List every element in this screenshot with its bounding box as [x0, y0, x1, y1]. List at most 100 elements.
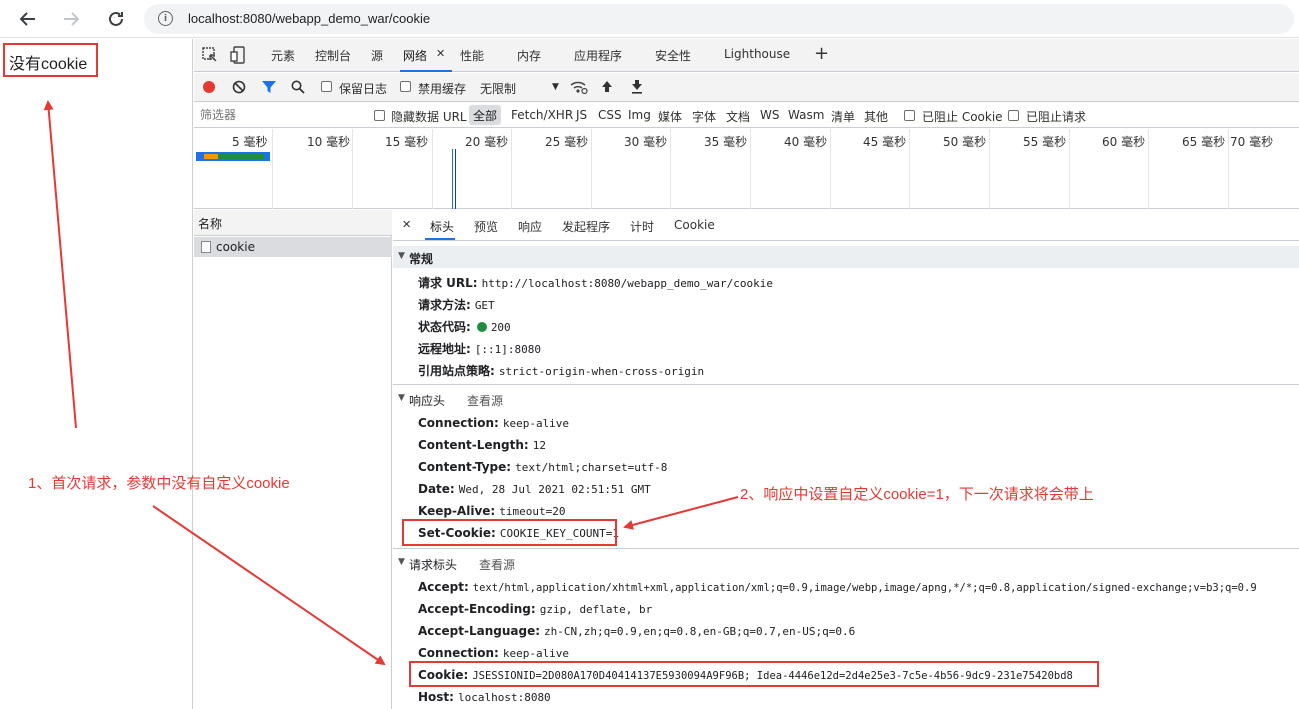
filter-type-all[interactable]: 全部 [469, 105, 502, 125]
header-row-status-code: 状态代码: 200 [418, 320, 511, 334]
timeline-tick-label: 60 毫秒 [1102, 135, 1146, 149]
annotation-note-2: 2、响应中设置自定义cookie=1，下一次请求将会带上 [740, 486, 1094, 503]
filter-type-js[interactable]: JS [576, 108, 587, 122]
tab-initiator[interactable]: 发起程序 [562, 218, 610, 235]
request-list: 名称 cookie [194, 210, 392, 709]
tab-sources[interactable]: 源 [371, 47, 383, 64]
timeline-gridline [432, 129, 433, 209]
network-conditions-icon[interactable] [570, 79, 588, 95]
blocked-request-checkbox[interactable] [1008, 110, 1019, 121]
filter-type-doc[interactable]: 文档 [726, 108, 750, 125]
preserve-log-checkbox[interactable] [321, 81, 332, 92]
tab-performance[interactable]: 性能 [460, 47, 484, 64]
timeline-tick-label: 5 毫秒 [232, 135, 268, 149]
export-har-icon[interactable] [631, 80, 643, 94]
tab-elements[interactable]: 元素 [271, 47, 295, 64]
back-button[interactable] [13, 4, 43, 34]
address-bar[interactable]: i localhost:8080/webapp_demo_war/cookie [144, 4, 1294, 34]
request-row[interactable]: cookie [194, 237, 392, 257]
filter-type-manifest[interactable]: 清单 [831, 108, 855, 125]
disable-cache-label: 禁用缓存 [418, 82, 467, 96]
timeline-gridline [750, 129, 751, 209]
filter-type-other[interactable]: 其他 [864, 108, 888, 125]
tab-console[interactable]: 控制台 [315, 47, 351, 64]
response-headers-section-header[interactable]: ▼ 响应头 查看源 [393, 388, 1299, 410]
close-details-icon[interactable]: ✕ [402, 218, 411, 231]
timeline-request-bar [196, 152, 270, 161]
header-row-request-method: 请求方法: GET [418, 298, 495, 312]
add-tab-icon[interactable]: + [814, 43, 829, 64]
blocked-cookie-label: 已阻止 Cookie [922, 110, 1003, 124]
request-name: cookie [216, 240, 255, 254]
chevron-down-icon[interactable]: ▼ [552, 82, 559, 92]
filter-type-font[interactable]: 字体 [692, 108, 716, 125]
network-toolbar: 保留日志 禁用缓存 无限制 ▼ [194, 73, 1299, 102]
timeline-gridline [1228, 129, 1229, 209]
tab-response[interactable]: 响应 [518, 218, 542, 235]
search-icon[interactable] [291, 80, 305, 94]
request-list-header[interactable]: 名称 [194, 210, 392, 236]
header-row-keep-alive: Keep-Alive: timeout=20 [418, 504, 566, 518]
page-viewport: 没有cookie [0, 39, 193, 709]
header-row-content-type: Content-Type: text/html;charset=utf-8 [418, 460, 668, 474]
timeline-tick-label: 20 毫秒 [465, 135, 509, 149]
timeline-tick-label: 35 毫秒 [704, 135, 748, 149]
tab-preview[interactable]: 预览 [474, 218, 498, 235]
timeline-tick-label: 30 毫秒 [624, 135, 668, 149]
page-content-text: 没有cookie [3, 43, 98, 77]
header-row-content-length: Content-Length: 12 [418, 438, 546, 452]
timeline-gridline [272, 129, 273, 209]
timeline-tick-label: 50 毫秒 [943, 135, 987, 149]
timeline-tick-label: 55 毫秒 [1023, 135, 1067, 149]
info-icon[interactable]: i [158, 11, 173, 26]
hide-data-url-checkbox[interactable] [374, 110, 385, 121]
filter-input[interactable] [194, 104, 360, 126]
filter-type-ws[interactable]: WS [760, 108, 779, 122]
blocked-cookie-checkbox[interactable] [904, 110, 915, 121]
tab-headers[interactable]: 标头 [430, 218, 454, 235]
browser-toolbar: i localhost:8080/webapp_demo_war/cookie [0, 0, 1299, 38]
timeline-tick-label: 40 毫秒 [784, 135, 828, 149]
reload-button[interactable] [101, 4, 131, 34]
hide-data-url-label: 隐藏数据 URL [391, 110, 467, 124]
device-toolbar-icon[interactable] [230, 46, 246, 64]
tab-application[interactable]: 应用程序 [574, 47, 622, 64]
import-har-icon[interactable] [601, 80, 613, 94]
tab-lighthouse[interactable]: Lighthouse [724, 47, 790, 61]
record-icon[interactable] [202, 80, 216, 94]
tab-cookies[interactable]: Cookie [674, 218, 715, 232]
general-section-header[interactable]: ▼ 常规 [393, 246, 1299, 268]
close-tab-icon[interactable]: ✕ [436, 47, 445, 60]
forward-button[interactable] [56, 4, 86, 34]
timeline-tick-label: 45 毫秒 [863, 135, 907, 149]
timeline-gridline [1069, 129, 1070, 209]
filter-type-wasm[interactable]: Wasm [788, 108, 824, 122]
view-source-link[interactable]: 查看源 [467, 394, 503, 408]
header-row-accept: Accept: text/html,application/xhtml+xml,a… [418, 580, 1257, 594]
filter-type-img[interactable]: Img [628, 108, 651, 122]
disable-cache-checkbox[interactable] [400, 81, 411, 92]
inspect-element-icon[interactable] [202, 47, 218, 63]
view-source-link[interactable]: 查看源 [479, 558, 515, 572]
clear-icon[interactable] [232, 80, 246, 94]
filter-type-xhr[interactable]: Fetch/XHR [511, 108, 573, 122]
tab-timing[interactable]: 计时 [630, 218, 654, 235]
filter-type-css[interactable]: CSS [598, 108, 622, 122]
status-dot-icon [476, 322, 487, 332]
header-row-request-url: 请求 URL: http://localhost:8080/webapp_demo… [418, 276, 774, 290]
filter-icon[interactable] [261, 80, 277, 94]
tab-memory[interactable]: 内存 [517, 47, 541, 64]
filter-type-media[interactable]: 媒体 [658, 108, 682, 125]
header-row-connection: Connection: keep-alive [418, 646, 570, 660]
cookie-highlight-box [409, 661, 1099, 687]
annotation-note-1: 1、首次请求，参数中没有自定义cookie [28, 475, 290, 492]
timeline-tick-label: 25 毫秒 [545, 135, 589, 149]
document-icon [201, 241, 211, 253]
tab-network[interactable]: 网络 [403, 47, 427, 64]
tab-security[interactable]: 安全性 [655, 47, 691, 64]
request-headers-section-header[interactable]: ▼ 请求标头 查看源 [393, 552, 1299, 574]
header-row-accept-language: Accept-Language: zh-CN,zh;q=0.9,en;q=0.8,… [418, 624, 856, 638]
back-arrow-icon [19, 12, 35, 26]
throttle-select[interactable]: 无限制 [480, 80, 516, 97]
network-timeline-overview[interactable]: 5 毫秒 10 毫秒 15 毫秒 20 毫秒 25 毫秒 30 毫秒 35 毫秒… [194, 129, 1299, 209]
